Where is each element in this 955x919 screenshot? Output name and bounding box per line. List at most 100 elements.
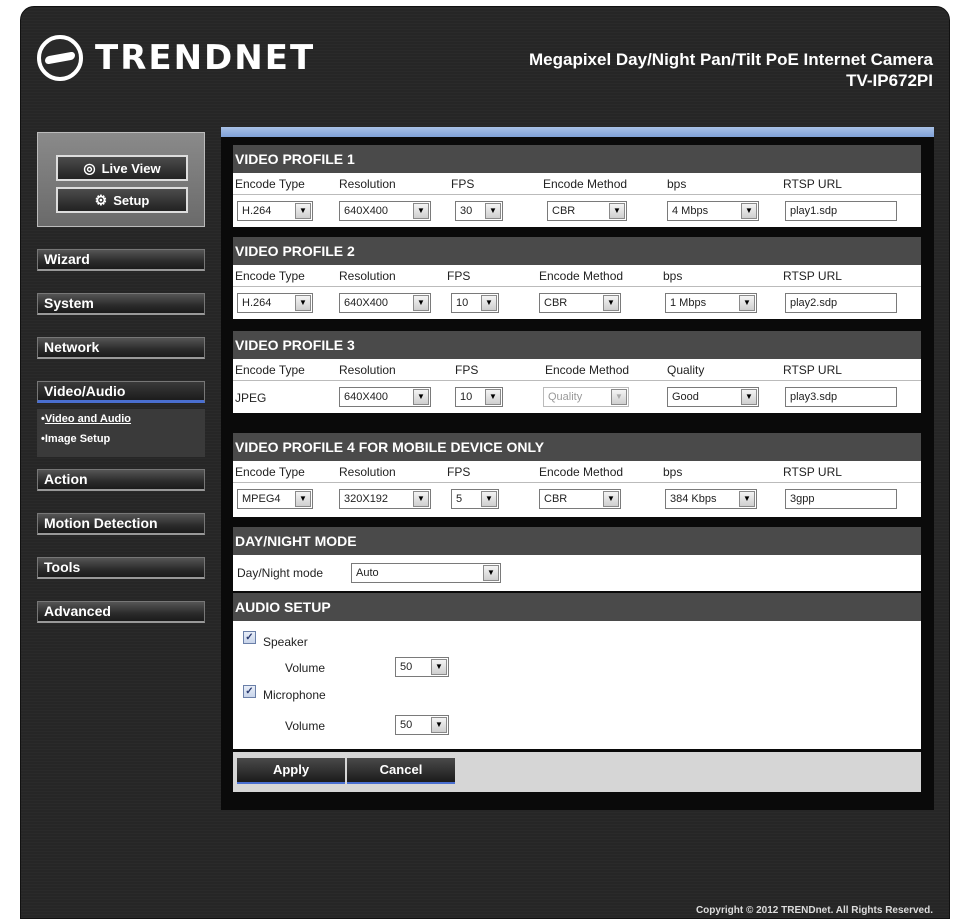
bps-select[interactable]: 4 Mbps ▼	[667, 201, 759, 221]
header-rtsp-url: RTSP URL	[783, 177, 842, 191]
copyright-text: Copyright © 2012 TRENDnet. All Rights Re…	[695, 905, 933, 916]
profile-3-title: VIDEO PROFILE 3	[233, 331, 921, 359]
nav-action[interactable]: Action	[37, 469, 205, 491]
dropdown-arrow-icon: ▼	[481, 491, 497, 507]
subnav-video-and-audio[interactable]: •Video and Audio	[37, 409, 205, 429]
dropdown-arrow-icon: ▼	[431, 717, 447, 733]
header-resolution: Resolution	[339, 177, 396, 191]
encode-type-select[interactable]: MPEG4 ▼	[237, 489, 313, 509]
subnav-image-setup[interactable]: •Image Setup	[37, 429, 205, 449]
bps-select[interactable]: 1 Mbps ▼	[665, 293, 757, 313]
encode-method-select[interactable]: CBR ▼	[539, 293, 621, 313]
quality-select[interactable]: Good ▼	[667, 387, 759, 407]
daynight-title: DAY/NIGHT MODE	[233, 527, 921, 555]
cancel-button[interactable]: Cancel	[347, 758, 455, 784]
dropdown-arrow-icon: ▼	[431, 659, 447, 675]
rtsp-url-input[interactable]: play2.sdp	[785, 293, 897, 313]
encode-method-select[interactable]: CBR ▼	[539, 489, 621, 509]
microphone-label: Microphone	[263, 688, 326, 702]
header-rtsp-url: RTSP URL	[783, 363, 842, 377]
nav-network[interactable]: Network	[37, 337, 205, 359]
profile-2-headers: Encode Type Resolution FPS Encode Method…	[233, 265, 921, 287]
microphone-checkbox[interactable]: ✓	[243, 685, 256, 698]
dropdown-arrow-icon: ▼	[485, 203, 501, 219]
app-frame: TRENDNET Megapixel Day/Night Pan/Tilt Po…	[20, 6, 950, 919]
rtsp-url-input[interactable]: play1.sdp	[785, 201, 897, 221]
fps-select[interactable]: 10 ▼	[455, 387, 503, 407]
header-encode-type: Encode Type	[235, 363, 305, 377]
view-switcher: ◎ Live View ⚙ Setup	[37, 132, 205, 227]
globe-icon	[37, 35, 83, 81]
daynight-mode-select[interactable]: Auto ▼	[351, 563, 501, 583]
encode-type-select[interactable]: H.264 ▼	[237, 201, 313, 221]
speaker-label: Speaker	[263, 635, 308, 649]
subnav: •Video and Audio •Image Setup	[37, 409, 205, 457]
nav-advanced[interactable]: Advanced	[37, 601, 205, 623]
dropdown-arrow-icon: ▼	[295, 203, 311, 219]
mic-volume-select[interactable]: 50 ▼	[395, 715, 449, 735]
dropdown-arrow-icon: ▼	[413, 295, 429, 311]
profile-3-headers: Encode Type Resolution FPS Encode Method…	[233, 359, 921, 381]
setup-label: Setup	[113, 192, 150, 208]
dropdown-arrow-icon: ▼	[413, 491, 429, 507]
header-resolution: Resolution	[339, 465, 396, 479]
setup-button[interactable]: ⚙ Setup	[56, 187, 188, 213]
nav-tools[interactable]: Tools	[37, 557, 205, 579]
encode-method-select[interactable]: CBR ▼	[547, 201, 627, 221]
profile-1-title: VIDEO PROFILE 1	[233, 145, 921, 173]
content-panel: VIDEO PROFILE 1 Encode Type Resolution F…	[221, 127, 934, 810]
dropdown-arrow-icon: ▼	[413, 203, 429, 219]
trendnet-logo: TRENDNET	[37, 33, 315, 83]
header-encode-method: Encode Method	[539, 269, 624, 283]
encode-type-value: JPEG	[235, 391, 267, 405]
header-rtsp-url: RTSP URL	[783, 465, 842, 479]
gears-icon: ⚙	[94, 191, 108, 208]
apply-button[interactable]: Apply	[237, 758, 345, 784]
fps-select[interactable]: 30 ▼	[455, 201, 503, 221]
rtsp-url-input[interactable]: 3gpp	[785, 489, 897, 509]
daynight-label: Day/Night mode	[237, 566, 324, 580]
resolution-select[interactable]: 640X400 ▼	[339, 201, 431, 221]
fps-select[interactable]: 10 ▼	[451, 293, 499, 313]
dropdown-arrow-icon: ▼	[603, 491, 619, 507]
profile-4: Encode Type Resolution FPS Encode Method…	[233, 461, 921, 517]
dropdown-arrow-icon: ▼	[603, 295, 619, 311]
encode-type-select[interactable]: H.264 ▼	[237, 293, 313, 313]
resolution-select[interactable]: 640X400 ▼	[339, 387, 431, 407]
dropdown-arrow-icon: ▼	[295, 491, 311, 507]
bps-select[interactable]: 384 Kbps ▼	[665, 489, 757, 509]
speaker-volume-label: Volume	[285, 661, 326, 675]
nav-video-audio[interactable]: Video/Audio	[37, 381, 205, 403]
header-encode-type: Encode Type	[235, 177, 305, 191]
nav-wizard[interactable]: Wizard	[37, 249, 205, 271]
header-fps: FPS	[447, 269, 471, 283]
header-bps: bps	[663, 465, 683, 479]
action-bar: Apply Cancel	[233, 752, 921, 792]
resolution-select[interactable]: 320X192 ▼	[339, 489, 431, 509]
nav-system[interactable]: System	[37, 293, 205, 315]
product-title: Megapixel Day/Night Pan/Tilt PoE Interne…	[529, 49, 933, 91]
dropdown-arrow-icon: ▼	[739, 295, 755, 311]
dropdown-arrow-icon: ▼	[295, 295, 311, 311]
rtsp-url-input[interactable]: play3.sdp	[785, 387, 897, 407]
live-view-label: Live View	[101, 160, 161, 176]
header-fps: FPS	[451, 177, 475, 191]
header-fps: FPS	[455, 363, 479, 377]
fps-select[interactable]: 5 ▼	[451, 489, 499, 509]
speaker-volume-select[interactable]: 50 ▼	[395, 657, 449, 677]
content-top-bar	[221, 127, 934, 137]
dropdown-arrow-icon: ▼	[741, 389, 757, 405]
daynight-section: Day/Night mode Auto ▼	[233, 555, 921, 591]
dropdown-arrow-icon: ▼	[741, 203, 757, 219]
profile-4-headers: Encode Type Resolution FPS Encode Method…	[233, 461, 921, 483]
dropdown-arrow-icon: ▼	[413, 389, 429, 405]
live-view-button[interactable]: ◎ Live View	[56, 155, 188, 181]
resolution-select[interactable]: 640X400 ▼	[339, 293, 431, 313]
audio-title: AUDIO SETUP	[233, 593, 921, 621]
header-encode-method: Encode Method	[543, 177, 628, 191]
model-number: TV-IP672PI	[846, 71, 933, 90]
nav-motion-detection[interactable]: Motion Detection	[37, 513, 205, 535]
header-encode-method: Encode Method	[545, 363, 630, 377]
speaker-checkbox[interactable]: ✓	[243, 631, 256, 644]
eye-icon: ◎	[83, 159, 96, 176]
